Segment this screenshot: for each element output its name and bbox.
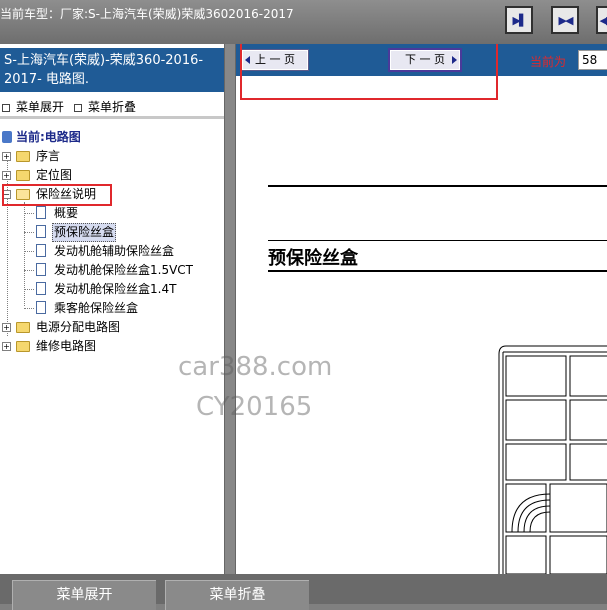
tree-child-label-selected: 预保险丝盒 (52, 223, 117, 242)
divider-rule (268, 270, 607, 272)
fuse-box-diagram (498, 345, 607, 574)
page-icon (36, 206, 46, 219)
folder-icon (16, 322, 30, 333)
expand-right-icon: ▶▌ (512, 13, 528, 27)
tree-item-label: 定位图 (36, 168, 73, 182)
menu-expand-link[interactable]: 菜单展开 (2, 98, 64, 115)
collapse-button[interactable]: ◀▶ (596, 6, 607, 34)
page-number-label: 当前为 (530, 55, 567, 69)
square-bullet-icon (2, 103, 10, 112)
pane-splitter[interactable] (224, 44, 236, 574)
highlight-box-fuse (2, 184, 112, 206)
split-view-button[interactable]: ▶◀ (551, 6, 579, 34)
top-bar: 当前车型：厂家:S-上海汽车(荣威)荣威3602016-2017 ▶▌ ▶◀ ◀… (0, 0, 607, 44)
expand-plus-icon[interactable]: + (2, 342, 11, 351)
tree-item-label: 维修电路图 (36, 339, 97, 353)
watermark-text: CY20165 (196, 392, 313, 422)
split-view-icon: ▶◀ (558, 13, 574, 27)
sidebar-divider (0, 116, 224, 119)
page-icon (36, 225, 46, 238)
bottom-collapse-button[interactable]: 菜单折叠 (165, 580, 309, 610)
folder-icon (16, 151, 30, 162)
collapse-icon: ◀▶ (599, 13, 607, 27)
page-icon (36, 282, 46, 295)
vehicle-title: 当前车型：厂家:S-上海汽车(荣威)荣威3602016-2017 (0, 7, 294, 21)
tree-item-label: 序言 (36, 149, 61, 163)
divider-rule (268, 185, 607, 187)
bottom-bar: 菜单展开 菜单折叠 (0, 574, 607, 610)
highlight-box-nav (240, 44, 498, 100)
folder-icon (16, 341, 30, 352)
expand-plus-icon[interactable]: + (2, 323, 11, 332)
tree-child-label: 概要 (54, 206, 79, 220)
page-icon (36, 263, 46, 276)
tree-item-label: 电源分配电路图 (36, 320, 121, 334)
folder-icon (16, 170, 30, 181)
tree-line (24, 202, 25, 306)
tree-child-label: 乘客舱保险丝盒 (54, 301, 139, 315)
expand-plus-icon[interactable]: + (2, 171, 11, 180)
tree-current-label: 当前:电路图 (16, 130, 81, 144)
page-icon (36, 244, 46, 257)
content-pane: 上 一 页 下 一 页 当前为 预保险丝盒 (236, 44, 607, 574)
tree-line (7, 156, 8, 336)
tree-child-label: 发动机舱保险丝盒1.5VCT (54, 263, 194, 277)
document-title: 预保险丝盒 (268, 248, 358, 269)
tree-child-label: 发动机舱保险丝盒1.4T (54, 282, 177, 296)
sidebar-header: S-上海汽车(荣威)-荣威360-2016-2017- 电路图. (0, 48, 224, 92)
menu-expand-label: 菜单展开 (16, 100, 65, 114)
computer-icon (2, 131, 12, 143)
expand-right-button[interactable]: ▶▌ (505, 6, 533, 34)
divider-rule (268, 240, 607, 241)
menu-collapse-label: 菜单折叠 (88, 100, 137, 114)
square-bullet-icon (74, 103, 82, 112)
page-icon (36, 301, 46, 314)
page-number-input[interactable] (578, 50, 607, 70)
tree-child-label: 发动机舱辅助保险丝盒 (54, 244, 175, 258)
bottom-expand-button[interactable]: 菜单展开 (12, 580, 156, 610)
menu-collapse-link[interactable]: 菜单折叠 (74, 98, 136, 115)
expand-plus-icon[interactable]: + (2, 152, 11, 161)
sidebar: S-上海汽车(荣威)-荣威360-2016-2017- 电路图. 菜单展开 菜单… (0, 44, 224, 574)
watermark-text: car388.com (178, 352, 333, 382)
